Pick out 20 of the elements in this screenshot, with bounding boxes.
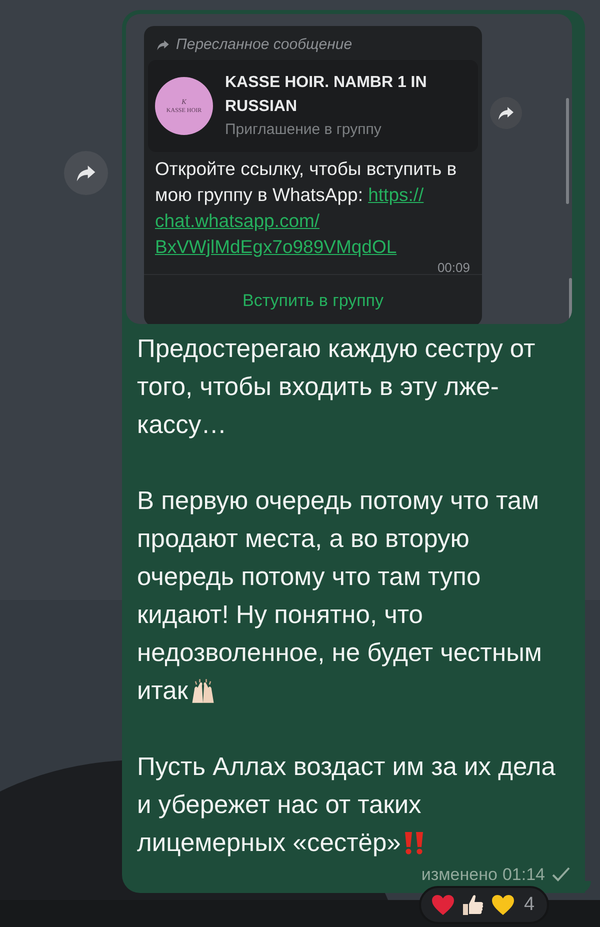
invite-link[interactable]: BxVWjlMdEgx7o989VMqdOL (155, 236, 397, 257)
message-paragraph-end: лицемерных «сестёр» (137, 828, 401, 858)
reactions-pill[interactable]: 4 (419, 886, 549, 924)
forwarded-label: Пересланное сообщение (176, 34, 352, 55)
forward-button[interactable] (490, 97, 522, 129)
join-group-button[interactable]: Вступить в группу (242, 288, 384, 314)
invite-link[interactable]: https:// (368, 184, 424, 205)
forward-arrow-icon (497, 104, 515, 122)
group-subtitle: Приглашение в группу (225, 120, 382, 140)
reaction-count: 4 (524, 892, 535, 917)
invite-message: Откройте ссылку, чтобы вступить в мою группу в WhatsApp: https:// chat.whatsapp.com/ BxVWjlMdEgx7o989VMqdOL (155, 157, 458, 259)
message-time: 00:09 (437, 260, 470, 275)
message-paragraph-end: итак (137, 676, 188, 706)
message-time: 01:14 (502, 864, 545, 886)
forward-arrow-icon (156, 38, 170, 52)
message-paragraph: Предостерегаю каждую сестру от того, чтобы входить в эту лже-кассу… (137, 334, 536, 440)
edited-label: изменено (421, 864, 498, 886)
thumbs-up-icon (461, 893, 485, 917)
invite-link[interactable]: chat.whatsapp.com/ (155, 210, 320, 231)
group-name: KASSE HOIR. NAMBR 1 IN RUSSIAN (225, 73, 428, 117)
